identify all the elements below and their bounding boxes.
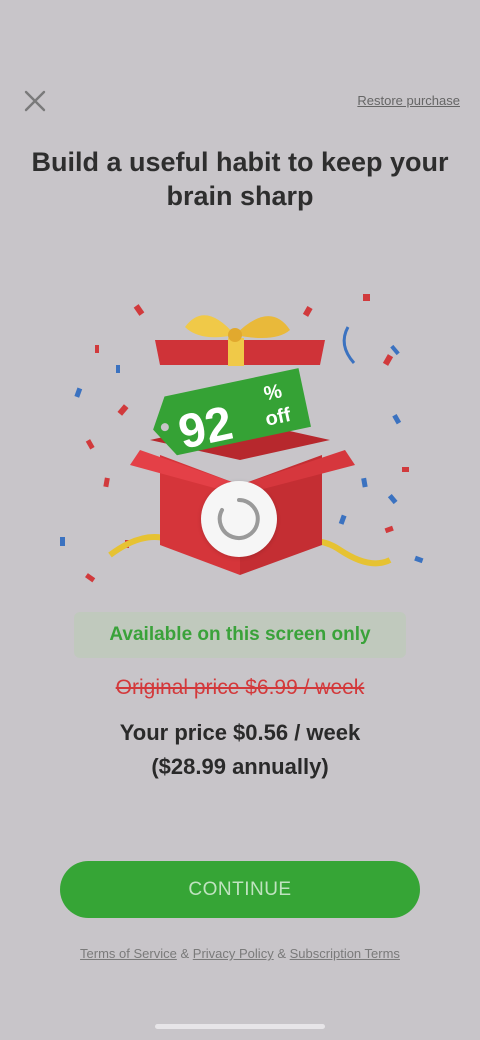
home-indicator <box>155 1024 325 1029</box>
your-price-annual: ($28.99 annually) <box>151 754 329 779</box>
separator: & <box>180 946 190 961</box>
loading-spinner <box>201 481 277 557</box>
subscription-terms-link[interactable]: Subscription Terms <box>290 946 400 961</box>
continue-button[interactable]: CONTINUE <box>60 861 420 918</box>
loading-spinner-icon <box>217 498 260 540</box>
restore-purchase-link[interactable]: Restore purchase <box>357 93 460 108</box>
discount-value-text: 92 <box>174 397 237 460</box>
your-price: Your price $0.56 / week ($28.99 annually… <box>0 716 480 784</box>
your-price-weekly: Your price $0.56 / week <box>119 720 361 745</box>
separator: & <box>277 946 286 961</box>
close-icon <box>24 90 46 112</box>
close-button[interactable] <box>20 86 50 116</box>
original-price: Original price $6.99 / week <box>115 676 365 699</box>
privacy-policy-link[interactable]: Privacy Policy <box>193 946 274 961</box>
availability-badge: Available on this screen only <box>74 612 406 658</box>
terms-of-service-link[interactable]: Terms of Service <box>80 946 177 961</box>
page-title: Build a useful habit to keep your brain … <box>31 147 449 211</box>
footer-links: Terms of Service & Privacy Policy & Subs… <box>0 946 480 961</box>
